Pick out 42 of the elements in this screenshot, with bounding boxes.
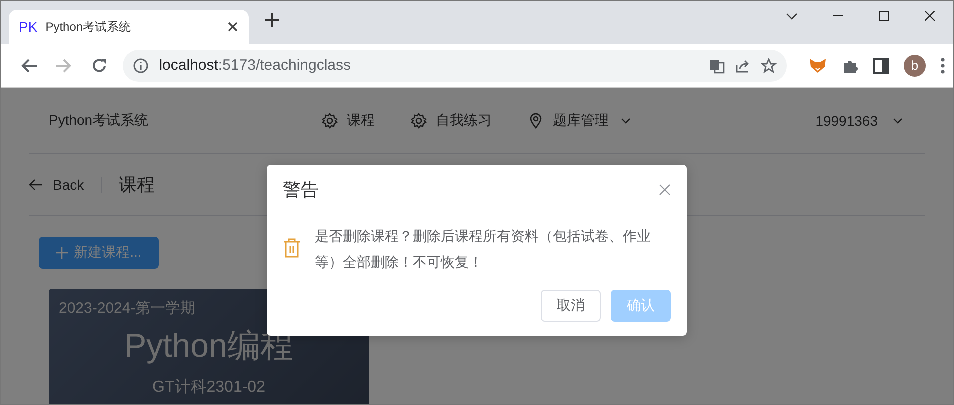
course-term: 2023-2024-第一学期 <box>59 299 197 318</box>
chevron-down-icon <box>893 118 903 124</box>
profile-avatar[interactable]: b <box>904 54 926 76</box>
trash-icon <box>283 238 301 258</box>
maximize-icon[interactable] <box>879 11 889 21</box>
chevron-down-icon <box>621 118 631 124</box>
address-bar[interactable]: localhost:5173/teachingclass <box>123 50 787 82</box>
minimize-icon[interactable] <box>833 15 843 17</box>
dialog-message: 是否删除课程？删除后课程所有资料（包括试卷、作业等）全部删除！不可恢复！ <box>315 227 652 272</box>
user-menu[interactable]: 19991363 <box>816 112 903 128</box>
location-pin-icon <box>528 112 544 128</box>
close-icon[interactable] <box>925 11 935 21</box>
back-link[interactable]: Back <box>29 176 84 192</box>
plus-icon[interactable] <box>265 13 279 27</box>
close-icon[interactable] <box>227 21 239 33</box>
browser-tab[interactable]: PK Python考试系统 <box>9 10 249 44</box>
gear-icon <box>411 112 427 128</box>
nav-menu-item[interactable]: 自我练习 <box>411 112 492 130</box>
dialog-title: 警告 <box>283 179 319 202</box>
more-options-icon[interactable] <box>941 58 945 74</box>
back-arrow-icon[interactable] <box>20 58 37 74</box>
nav-menu-item[interactable]: 题库管理 <box>528 112 631 130</box>
star-icon[interactable] <box>761 58 777 74</box>
plus-icon <box>56 247 68 259</box>
nav-menu-item[interactable]: 课程 <box>322 112 375 130</box>
tab-title: Python考试系统 <box>46 18 132 36</box>
chevron-down-icon[interactable] <box>786 12 798 20</box>
info-icon <box>133 58 150 74</box>
cancel-button[interactable]: 取消 <box>541 290 601 322</box>
fox-icon[interactable] <box>809 57 827 74</box>
page-title: 课程 <box>119 174 156 196</box>
app-brand[interactable]: Python考试系统 <box>49 112 322 130</box>
share-icon[interactable] <box>735 58 751 74</box>
class-name: GT计科2301-02 <box>152 378 266 398</box>
translate-icon[interactable] <box>709 58 725 74</box>
left-arrow-icon <box>29 178 43 190</box>
side-panel-icon[interactable] <box>873 58 889 74</box>
url-text: localhost:5173/teachingclass <box>159 57 352 74</box>
gear-icon <box>322 112 338 128</box>
forward-arrow-icon <box>56 58 72 74</box>
reload-icon[interactable] <box>92 58 108 74</box>
favicon: PK <box>19 19 38 35</box>
